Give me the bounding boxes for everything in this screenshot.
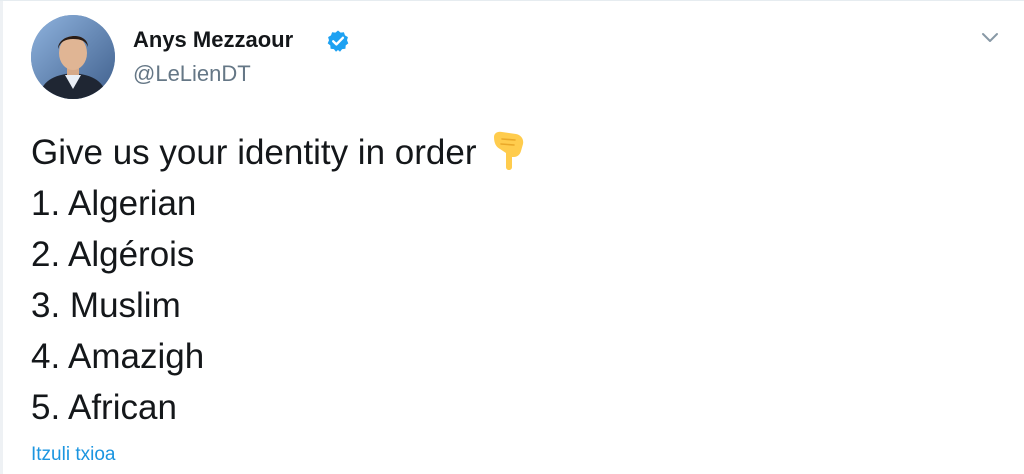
tweet-list-item-1: 1. Algerian bbox=[31, 184, 197, 223]
tweet-intro-line: Give us your identity in order bbox=[31, 127, 528, 178]
translate-tweet-link[interactable]: Itzuli txioa bbox=[31, 444, 115, 466]
author-handle[interactable]: @LeLienDT bbox=[133, 61, 251, 87]
tweet-list-item-5: 5. African bbox=[31, 388, 177, 427]
avatar[interactable] bbox=[31, 15, 115, 99]
pointing-down-emoji-icon bbox=[494, 131, 524, 170]
tweet-card: Anys Mezzaour @LeLienDT Give us your ide… bbox=[0, 0, 1024, 474]
author-display-name[interactable]: Anys Mezzaour bbox=[133, 27, 293, 53]
avatar-image bbox=[31, 15, 115, 99]
chevron-down-icon[interactable] bbox=[978, 27, 1002, 47]
tweet-list-item-3: 3. Muslim bbox=[31, 286, 181, 325]
left-border bbox=[0, 1, 3, 474]
verified-badge-icon bbox=[327, 30, 349, 52]
tweet-text: Give us your identity in order 1. Algeri… bbox=[31, 127, 528, 433]
tweet-intro-text: Give us your identity in order bbox=[31, 133, 477, 172]
tweet-list-item-2: 2. Algérois bbox=[31, 235, 195, 274]
tweet-list-item-4: 4. Amazigh bbox=[31, 337, 205, 376]
